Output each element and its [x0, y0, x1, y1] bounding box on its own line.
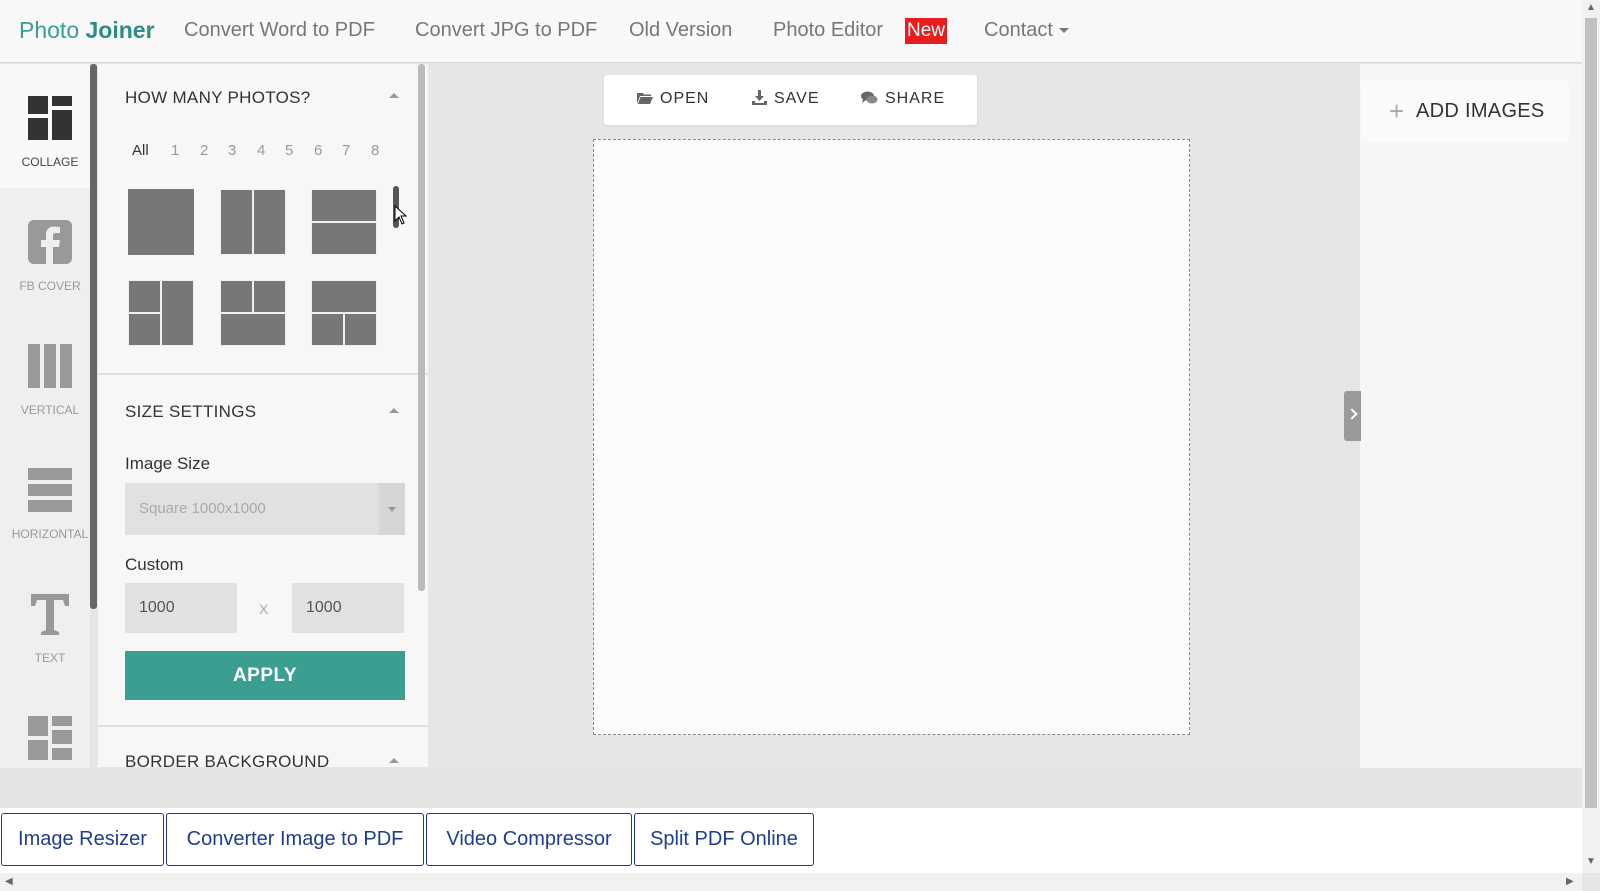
save-button[interactable]: SAVE: [752, 90, 820, 108]
collapse-arrow-icon[interactable]: [389, 93, 399, 98]
facebook-icon: [28, 220, 72, 264]
sidebar-item-collage[interactable]: COLLAGE: [0, 64, 90, 188]
sidebar-label-fb-cover: FB COVER: [19, 279, 81, 293]
chevron-down-icon: [388, 507, 396, 512]
comments-icon: [861, 91, 878, 104]
section-divider: [98, 373, 428, 375]
footer-link-converter-image-to-pdf[interactable]: Converter Image to PDF: [166, 813, 424, 866]
custom-height-input[interactable]: 1000: [292, 583, 404, 633]
text-icon: [31, 594, 69, 635]
scroll-left-arrow-icon[interactable]: ◀: [5, 876, 13, 887]
nav-link-convert-jpg[interactable]: Convert JPG to PDF: [415, 19, 597, 42]
sidebar-item-vertical[interactable]: VERTICAL: [0, 312, 90, 436]
templates-icon: [28, 716, 72, 760]
size-settings-title: SIZE SETTINGS: [125, 402, 257, 421]
layout-thumb-2-horizontal[interactable]: [311, 189, 377, 255]
custom-label: Custom: [125, 555, 184, 574]
sidebar-label-horizontal: HORIZONTAL: [11, 527, 89, 541]
open-label: OPEN: [660, 90, 710, 107]
how-many-photos-title: HOW MANY PHOTOS?: [125, 88, 311, 107]
collage-icon: [28, 96, 72, 140]
count-tab-1[interactable]: 1: [171, 142, 179, 159]
chevron-right-icon: [1346, 408, 1358, 420]
sidebar-label-vertical: VERTICAL: [20, 403, 80, 417]
count-tab-2[interactable]: 2: [200, 142, 208, 159]
brand-logo[interactable]: Photo Joiner: [19, 17, 155, 44]
horizontal-layout-icon: [28, 468, 72, 512]
footer-link-image-resizer[interactable]: Image Resizer: [1, 813, 164, 866]
layout-thumb-3-left[interactable]: [128, 280, 194, 346]
top-navbar: Photo Joiner Convert Word to PDF Convert…: [0, 0, 1582, 63]
settings-panel: HOW MANY PHOTOS? All 1 2 3 4 5 6 7 8 SIZ…: [98, 64, 428, 767]
download-icon: [752, 90, 767, 105]
scroll-up-arrow-icon[interactable]: ▲: [1586, 2, 1596, 13]
page-scroll-thumb[interactable]: [1585, 18, 1597, 808]
chevron-down-icon: [1058, 28, 1069, 34]
scroll-right-arrow-icon[interactable]: ▶: [1566, 876, 1574, 887]
share-button[interactable]: SHARE: [861, 90, 945, 108]
contact-label: Contact: [984, 19, 1053, 41]
tool-sidebar: COLLAGE FB COVER VERTICAL HORIZONTAL TEX…: [0, 64, 90, 808]
page-horizontal-scrollbar[interactable]: ◀ ▶: [0, 873, 1582, 891]
count-tab-5[interactable]: 5: [285, 142, 293, 159]
collapse-arrow-icon[interactable]: [389, 758, 399, 763]
sidebar-item-horizontal[interactable]: HORIZONTAL: [0, 436, 90, 560]
new-badge: New: [905, 18, 947, 44]
custom-width-input[interactable]: 1000: [125, 583, 237, 633]
nav-link-photo-editor[interactable]: Photo Editor: [773, 19, 883, 42]
count-tab-3[interactable]: 3: [228, 142, 236, 159]
count-tab-all[interactable]: All: [132, 142, 149, 159]
mouse-cursor-icon: [394, 205, 408, 225]
layout-thumb-3-bottom[interactable]: [311, 280, 377, 346]
sidebar-scrollbar[interactable]: [90, 64, 97, 609]
open-button[interactable]: OPEN: [637, 90, 709, 108]
image-size-select[interactable]: Square 1000x1000: [125, 483, 405, 535]
brand-part-2: Joiner: [85, 17, 155, 43]
count-tab-4[interactable]: 4: [257, 142, 265, 159]
border-background-title: BORDER BACKGROUND: [125, 752, 330, 767]
collage-canvas[interactable]: [593, 139, 1190, 735]
bottom-strip: [0, 768, 1582, 808]
apply-button[interactable]: APPLY: [125, 651, 405, 700]
scroll-down-arrow-icon[interactable]: ▼: [1586, 856, 1596, 867]
nav-link-contact[interactable]: Contact: [984, 19, 1069, 42]
panel-scrollbar[interactable]: [418, 64, 425, 591]
layout-thumb-single[interactable]: [128, 189, 194, 255]
nav-link-old-version[interactable]: Old Version: [629, 19, 732, 42]
images-panel: [1360, 64, 1582, 768]
count-tab-6[interactable]: 6: [314, 142, 322, 159]
brand-part-1: Photo: [19, 17, 80, 43]
times-symbol: X: [259, 601, 269, 617]
page-vertical-scrollbar[interactable]: ▲ ▼: [1582, 0, 1600, 873]
sidebar-label-text: TEXT: [34, 651, 66, 665]
add-images-button[interactable]: + ADD IMAGES: [1361, 81, 1569, 142]
share-label: SHARE: [885, 90, 946, 107]
layout-thumb-3-top[interactable]: [220, 280, 286, 346]
save-label: SAVE: [774, 90, 820, 107]
footer-link-split-pdf[interactable]: Split PDF Online: [634, 813, 814, 866]
collapse-arrow-icon[interactable]: [389, 408, 399, 413]
count-tab-7[interactable]: 7: [342, 142, 350, 159]
layout-thumb-2-vertical[interactable]: [220, 189, 286, 255]
nav-link-convert-word[interactable]: Convert Word to PDF: [184, 19, 375, 42]
section-divider: [98, 725, 428, 727]
add-images-label: ADD IMAGES: [1416, 100, 1545, 122]
image-size-label: Image Size: [125, 454, 211, 473]
select-arrow: [379, 483, 405, 535]
folder-open-icon: [637, 93, 653, 104]
canvas-toolbar: OPEN SAVE SHARE: [604, 75, 977, 125]
count-tab-8[interactable]: 8: [371, 142, 379, 159]
footer-link-video-compressor[interactable]: Video Compressor: [426, 813, 632, 866]
plus-icon: +: [1389, 96, 1405, 126]
toggle-panel-button[interactable]: [1344, 391, 1361, 441]
vertical-layout-icon: [28, 344, 72, 388]
sidebar-item-text[interactable]: TEXT: [0, 560, 90, 684]
sidebar-item-fb-cover[interactable]: FB COVER: [0, 188, 90, 312]
image-size-value: Square 1000x1000: [139, 500, 266, 517]
sidebar-label-collage: COLLAGE: [21, 155, 79, 169]
